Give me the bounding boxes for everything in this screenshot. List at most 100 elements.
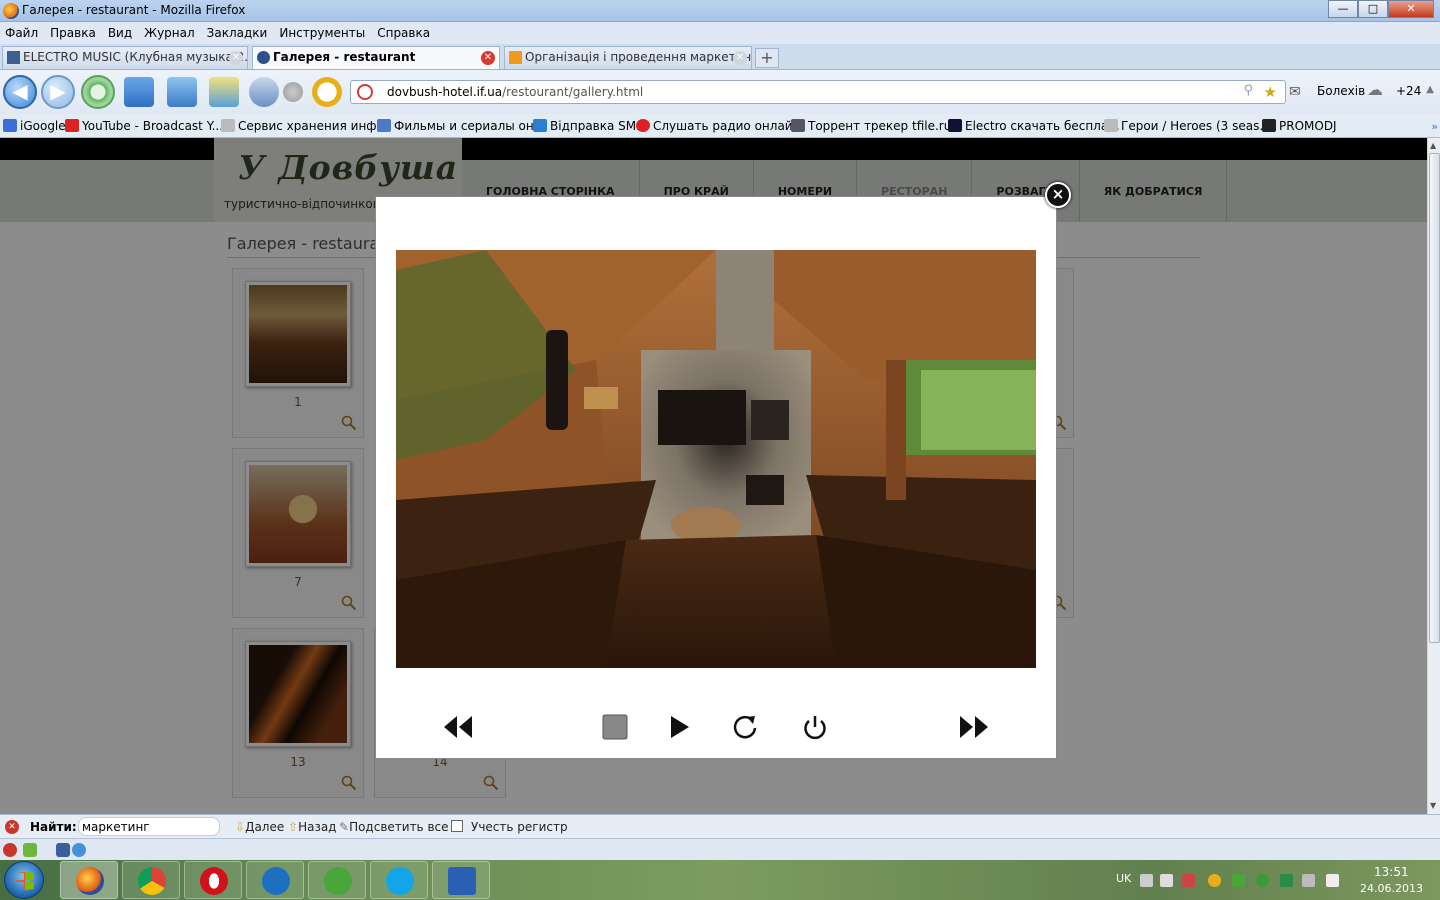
taskbar-chrome[interactable] [122,861,180,899]
radio-icon [636,119,650,132]
find-previous-button[interactable]: ⇧Назад [288,820,336,834]
tab-close-icon[interactable]: ✕ [481,51,495,65]
close-icon[interactable] [3,843,17,857]
menu-file[interactable]: Файл [5,26,38,40]
tab-gallery[interactable]: Галерея - restaurant ✕ [252,46,500,69]
home-icon[interactable] [167,77,197,107]
bookmarks-overflow-icon[interactable]: » [1431,120,1438,133]
clock-date[interactable]: 24.06.2013 [1360,882,1423,895]
taskbar-utorrent[interactable] [308,861,366,899]
menu-history[interactable]: Журнал [144,26,195,40]
bookmark-tfile[interactable]: Торрент трекер tfile.ru... [791,119,963,133]
bookmark-manager-icon[interactable] [209,77,239,107]
language-indicator[interactable]: UK [1116,872,1131,885]
star-icon [533,119,547,132]
weather-cloud-icon: ☁ [1367,80,1383,99]
weather-temperature: +24 [1396,84,1422,98]
url-text[interactable]: dovbush-hotel.if.ua/restourant/gallery.h… [387,85,643,99]
download-icon[interactable] [23,843,37,857]
find-next-button[interactable]: ⇩Далее [235,820,284,834]
power-icon[interactable] [800,712,830,742]
chevron-up-icon[interactable]: ▲ [1426,84,1434,95]
status-icon[interactable] [72,843,86,857]
reload-button[interactable] [81,75,115,109]
menu-tools[interactable]: Инструменты [279,26,365,40]
repeat-icon[interactable] [730,712,760,742]
next-icon[interactable] [956,712,992,742]
address-bar[interactable]: dovbush-hotel.if.ua/restourant/gallery.h… [350,80,1286,104]
bookmark-electro[interactable]: Electro скачать бесплa... [948,119,1120,133]
flag-icon[interactable] [1302,874,1315,887]
close-find-bar-icon[interactable]: ✕ [5,820,19,834]
site-identity-icon[interactable] [357,84,373,100]
bookmark-films[interactable]: Фильмы и сериалы он... [377,119,545,133]
shield-icon[interactable] [1232,874,1245,887]
highlight-all-button[interactable]: ✎Подсветить все [339,820,449,834]
menu-edit[interactable]: Правка [50,26,96,40]
firefox-icon [76,867,104,895]
match-case-checkbox[interactable] [451,820,463,832]
forward-button[interactable]: ▶ [41,75,75,109]
chrome-tray-icon[interactable] [1208,874,1221,887]
minimize-button[interactable]: — [1328,0,1358,18]
gear-icon[interactable] [283,82,303,102]
mail-icon[interactable]: ✉ [1289,84,1301,100]
help-icon[interactable] [249,77,279,107]
utorrent-tray-icon[interactable] [1256,874,1269,887]
lightbox-photo[interactable] [396,250,1036,668]
taskbar-word[interactable] [432,861,490,899]
weather-city[interactable]: Болехів [1317,84,1365,98]
match-case-label[interactable]: Учесть регистр [471,820,568,834]
skype-icon [386,867,414,895]
bookmark-youtube[interactable]: YouTube - Broadcast Y... [65,119,223,133]
bookmark-promodj[interactable]: PROMODJ [1262,119,1337,133]
bookmark-heroes[interactable]: Герои / Heroes (3 seas... [1104,119,1271,133]
tab-close-icon[interactable]: ✕ [733,51,747,65]
bookmark-star-icon[interactable]: ★ [1264,83,1277,101]
bookmark-radio[interactable]: Слушать радио онлай... [636,119,804,133]
location-pin-icon[interactable]: ⚲ [1243,83,1253,98]
new-tab-button[interactable]: + [755,48,779,68]
page-scrollbar[interactable]: ▲ ▼ [1427,138,1440,814]
antivirus-icon[interactable] [1182,874,1195,887]
start-button[interactable] [4,861,44,899]
network-icon[interactable] [1160,874,1173,887]
stop-icon[interactable] [600,712,630,742]
find-input[interactable]: маркетинг [78,817,220,836]
taskbar-firefox[interactable] [60,861,118,899]
scroll-up-icon[interactable]: ▲ [1430,141,1436,150]
bookmark-igoogle[interactable]: iGoogle [3,119,66,133]
plane-icon [377,119,391,132]
maximize-button[interactable]: □ [1358,0,1388,18]
lightbox-close-button[interactable]: × [1045,182,1071,208]
taskbar-skype[interactable] [370,861,428,899]
taskbar-opera[interactable] [184,861,242,899]
bookmark-sms[interactable]: Відправка SMS [533,119,644,133]
tab-electro-music[interactable]: ELECTRO MUSIC (Клубная музыка 2... ✕ [2,46,248,69]
bookmark-storage[interactable]: Сервис хранения инф... [221,119,388,133]
tab-marketing[interactable]: Організація і проведення маркетин... ✕ [504,46,752,69]
scrollbar-thumb[interactable] [1429,153,1440,643]
play-icon[interactable] [666,712,692,742]
chrome-icon [138,867,166,895]
previous-icon[interactable] [440,712,476,742]
new-window-icon[interactable] [124,77,154,107]
menu-view[interactable]: Вид [108,26,132,40]
alarm-clock-icon[interactable] [312,77,342,107]
clock-time[interactable]: 13:51 [1374,865,1409,879]
menu-help[interactable]: Справка [377,26,430,40]
scroll-down-icon[interactable]: ▼ [1430,801,1436,810]
download-tray-icon[interactable] [1280,874,1293,887]
slideshow-controls [376,702,1058,752]
vk-icon[interactable] [56,843,70,857]
windows-logo-icon [16,872,34,890]
bookmarks-bar: iGoogle YouTube - Broadcast Y... Сервис … [0,114,1440,138]
promodj-icon [1262,119,1276,132]
youtube-icon [65,119,79,132]
back-button[interactable]: ◀ [3,75,37,109]
menu-bookmarks[interactable]: Закладки [207,26,268,40]
keyboard-icon[interactable] [1140,874,1153,887]
taskbar-maxthon[interactable] [246,861,304,899]
close-window-button[interactable]: ✕ [1388,0,1434,18]
tab-close-icon[interactable]: ✕ [229,51,243,65]
